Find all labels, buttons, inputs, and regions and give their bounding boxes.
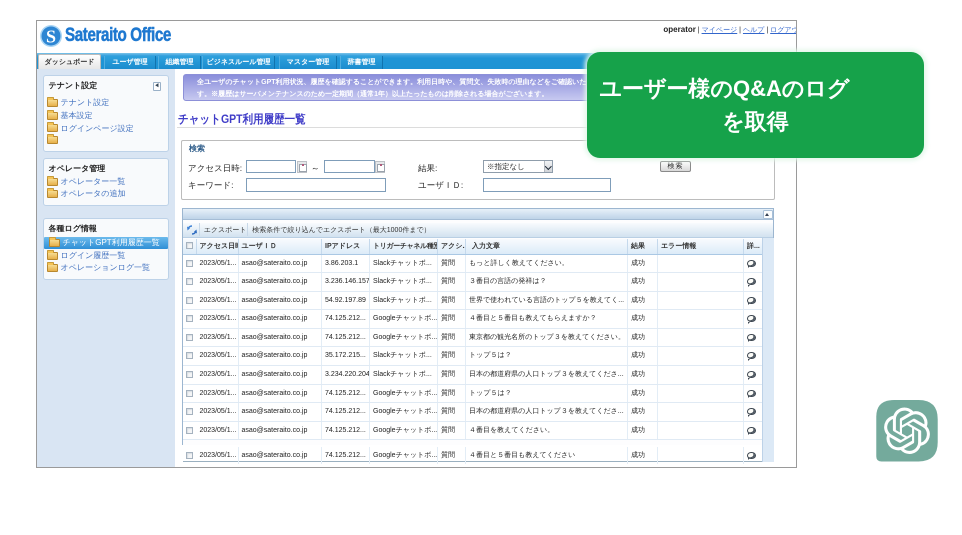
svg-text:S: S [46, 27, 56, 47]
